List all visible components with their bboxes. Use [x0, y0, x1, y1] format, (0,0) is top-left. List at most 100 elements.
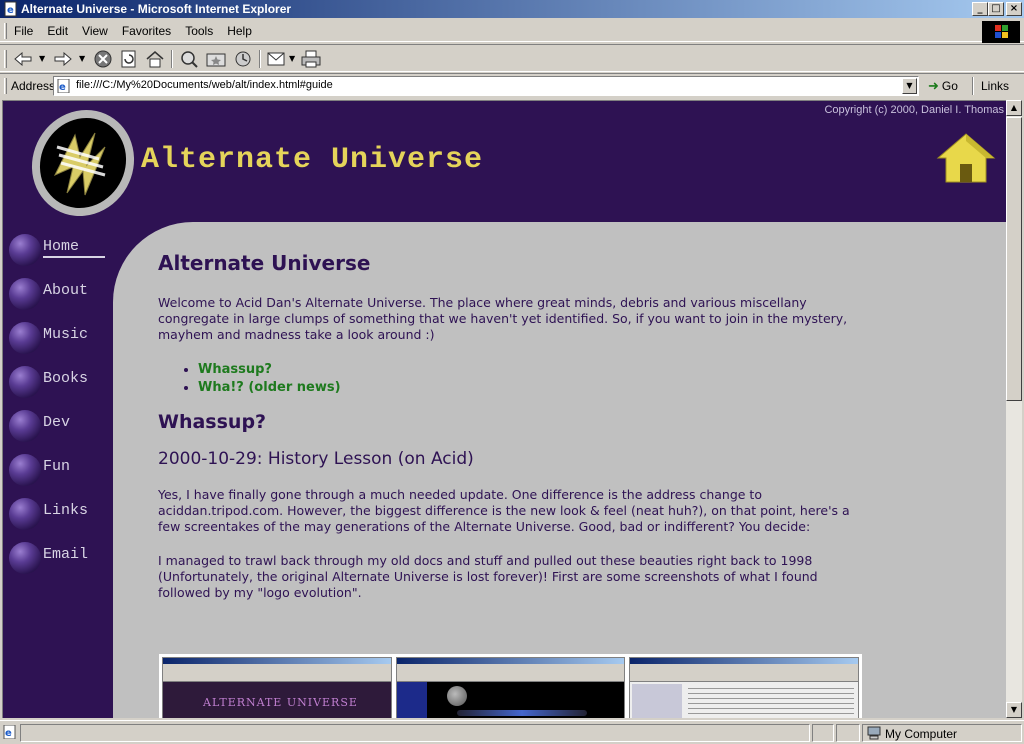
menu-view[interactable]: View — [82, 24, 108, 38]
back-button[interactable] — [12, 49, 34, 69]
screenshot-thumbnail[interactable] — [629, 657, 860, 718]
address-grip[interactable] — [4, 78, 7, 94]
go-label: Go — [941, 79, 958, 93]
nav-item-home[interactable]: Home — [9, 228, 109, 272]
link-older-news[interactable]: Wha!? (older news) — [198, 380, 341, 395]
back-icon — [14, 52, 32, 66]
ie-page-icon: e — [3, 725, 16, 739]
home-button[interactable] — [144, 49, 166, 69]
refresh-icon — [121, 50, 136, 68]
mail-button[interactable] — [266, 49, 288, 69]
nav-label: Fun — [43, 458, 71, 475]
page-heading: Alternate Universe — [158, 251, 371, 275]
intro-paragraph: Welcome to Acid Dan's Alternate Universe… — [158, 295, 848, 342]
menu-help[interactable]: Help — [227, 24, 252, 38]
svg-text:e: e — [5, 728, 12, 739]
minimize-button[interactable]: _ — [972, 2, 988, 16]
go-button[interactable]: ➜ Go — [928, 77, 958, 95]
links-button[interactable]: Links — [981, 79, 1009, 93]
nav-label: Links — [43, 502, 89, 519]
alternate-universe-logo-icon[interactable] — [25, 105, 139, 219]
scroll-up-icon[interactable]: ▲ — [1006, 100, 1022, 116]
stop-button[interactable] — [92, 49, 114, 69]
guide-links: Whassup? Wha!? (older news) — [198, 361, 868, 397]
svg-text:e: e — [7, 5, 14, 16]
address-input[interactable]: e file:///C:/My%20Documents/web/alt/inde… — [53, 76, 919, 96]
nav-label: Home — [43, 238, 105, 258]
back-dropdown-icon[interactable]: ▼ — [39, 54, 45, 63]
scroll-thumb[interactable] — [1006, 117, 1022, 401]
menu-bar: File Edit View Favorites Tools Help — [0, 20, 1024, 42]
nav-item-email[interactable]: Email — [9, 536, 109, 580]
nav-orb-icon — [9, 454, 41, 486]
maximize-button[interactable]: □ — [988, 2, 1004, 16]
screenshot-thumbnail[interactable] — [395, 657, 626, 718]
forward-dropdown-icon[interactable]: ▼ — [79, 54, 85, 63]
nav-item-books[interactable]: Books — [9, 360, 109, 404]
nav-item-fun[interactable]: Fun — [9, 448, 109, 492]
nav-orb-icon — [9, 366, 41, 398]
nav-label: Music — [43, 326, 89, 343]
history-button[interactable] — [232, 49, 254, 69]
mail-icon — [267, 52, 285, 66]
go-arrow-icon: ➜ — [928, 78, 939, 93]
status-text-pane — [20, 724, 810, 742]
home-icon[interactable] — [936, 130, 996, 184]
windows-flag-icon — [995, 25, 1008, 38]
refresh-button[interactable] — [118, 49, 140, 69]
status-bar: e My Computer — [0, 720, 1024, 744]
search-icon — [181, 51, 198, 68]
favorites-icon — [206, 53, 226, 67]
windows-logo — [982, 21, 1020, 43]
nav-orb-icon — [9, 498, 41, 530]
address-url[interactable]: file:///C:/My%20Documents/web/alt/index.… — [76, 79, 333, 91]
main-content: Alternate Universe Welcome to Acid Dan's… — [158, 251, 868, 619]
page-viewport[interactable]: Copyright (c) 2000, Daniel I. Thomas Alt… — [2, 100, 1006, 718]
favorites-button[interactable] — [205, 49, 227, 69]
menu-tools[interactable]: Tools — [185, 24, 213, 38]
thumbnail-caption: ALTERNATE UNIVERSE — [203, 696, 358, 709]
link-whassup[interactable]: Whassup? — [198, 362, 272, 377]
nav-item-dev[interactable]: Dev — [9, 404, 109, 448]
forward-button[interactable] — [52, 49, 74, 69]
nav-orb-icon — [9, 542, 41, 574]
screenshot-thumbnail[interactable]: ALTERNATE UNIVERSE — [162, 657, 392, 718]
post-paragraph-1: Yes, I have finally gone through a much … — [158, 487, 850, 534]
nav-item-music[interactable]: Music — [9, 316, 109, 360]
post-paragraph-2: I managed to trawl back through my old d… — [158, 553, 818, 600]
print-icon — [301, 50, 321, 68]
menu-file[interactable]: File — [14, 24, 33, 38]
close-button[interactable]: × — [1006, 2, 1022, 16]
zone-label: My Computer — [885, 727, 958, 741]
nav-orb-icon — [9, 278, 41, 310]
address-label: Address — [11, 79, 56, 93]
nav-orb-icon — [9, 234, 41, 266]
menu-favorites[interactable]: Favorites — [122, 24, 171, 38]
section-title: Whassup? — [158, 411, 267, 433]
svg-text:e: e — [59, 82, 66, 93]
security-zone: My Computer — [862, 724, 1022, 742]
nav-item-about[interactable]: About — [9, 272, 109, 316]
nav-item-links[interactable]: Links — [9, 492, 109, 536]
standard-toolbar: ▼ ▼ ▼ — [0, 44, 1024, 72]
nav-label: About — [43, 282, 89, 299]
vertical-scrollbar[interactable]: ▲ ▼ — [1006, 100, 1022, 718]
screenshot-gallery: ALTERNATE UNIVERSE — [159, 654, 862, 718]
list-item: Whassup? — [198, 361, 868, 379]
nav-label: Books — [43, 370, 89, 387]
stop-icon — [94, 50, 112, 68]
history-icon — [235, 51, 251, 67]
print-button[interactable] — [300, 49, 322, 69]
nav-label: Email — [43, 546, 89, 563]
mail-dropdown-icon[interactable]: ▼ — [289, 54, 295, 63]
scroll-down-icon[interactable]: ▼ — [1006, 702, 1022, 718]
menu-edit[interactable]: Edit — [47, 24, 68, 38]
toolbar-grip[interactable] — [4, 50, 7, 68]
address-dropdown-icon[interactable]: ▼ — [902, 78, 917, 94]
address-bar: Address e file:///C:/My%20Documents/web/… — [0, 73, 1024, 98]
post-title: 2000-10-29: History Lesson (on Acid) — [158, 449, 474, 469]
search-button[interactable] — [178, 49, 200, 69]
menu-grip[interactable] — [4, 23, 7, 39]
list-item: Wha!? (older news) — [198, 379, 868, 397]
ie-page-icon: e — [57, 79, 70, 93]
